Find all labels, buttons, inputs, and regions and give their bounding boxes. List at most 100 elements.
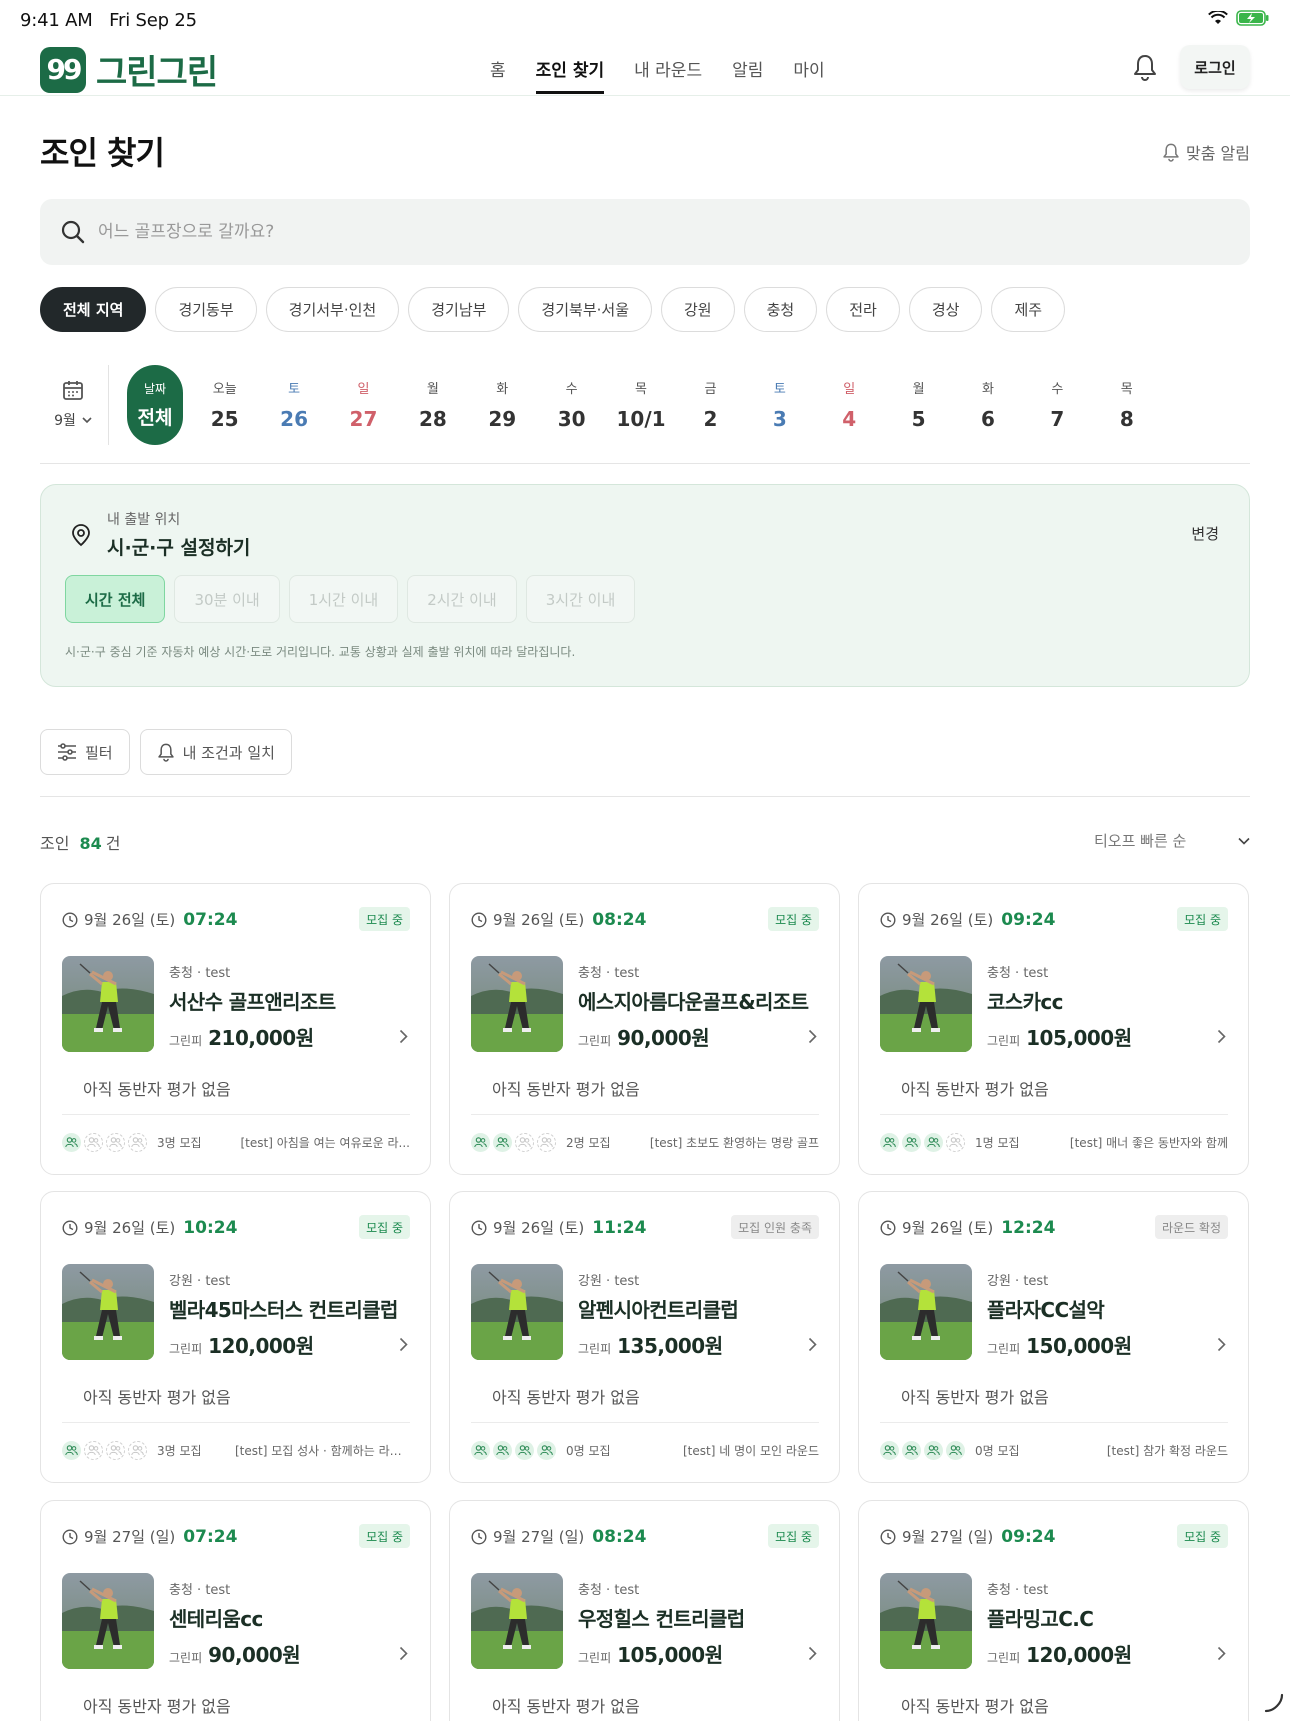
nav-home[interactable]: 홈 xyxy=(490,40,506,96)
brand-logo[interactable]: 99 그린그린 xyxy=(40,45,218,94)
course-thumbnail xyxy=(880,1264,972,1360)
tee-date: 9월 26일 (토) xyxy=(493,1219,585,1237)
bell-icon xyxy=(157,743,174,762)
join-card[interactable]: 9월 26일 (토) 07:24 모집 중 충청 · test 서산수 골프앤리조트 그린… xyxy=(40,883,431,1175)
tee-time: 9월 26일 (토) 11:24 xyxy=(471,1217,646,1238)
join-card[interactable]: 9월 26일 (토) 12:24 라운드 확정 강원 · test 플라자CC설악 그린피… xyxy=(858,1191,1249,1483)
region-chip[interactable]: 경상 xyxy=(908,287,983,332)
join-card[interactable]: 9월 26일 (토) 10:24 모집 중 강원 · test 벨라45마스터스 컨트리… xyxy=(40,1191,431,1483)
person-icon xyxy=(496,1445,509,1456)
resize-handle-icon[interactable] xyxy=(1264,1693,1284,1713)
custom-alert-button[interactable]: 맞춤 알림 xyxy=(1162,140,1250,164)
date-item[interactable]: 금2 xyxy=(676,378,745,431)
notification-button[interactable] xyxy=(1128,50,1162,84)
date-item[interactable]: 수 30 xyxy=(537,378,606,431)
month-picker[interactable]: 9월 xyxy=(48,378,98,430)
date-all-button[interactable]: 날짜 전체 xyxy=(127,365,183,445)
date-item[interactable]: 일4 xyxy=(815,378,884,431)
time-chip[interactable]: 3시간 이내 xyxy=(525,575,636,623)
tee-clock: 07:24 xyxy=(183,1526,238,1547)
green-fee-price: 120,000원 xyxy=(208,1334,314,1358)
golfer-photo xyxy=(880,1573,972,1669)
match-conditions-button[interactable]: 내 조건과 일치 xyxy=(139,729,292,775)
nav-my[interactable]: 마이 xyxy=(793,40,824,96)
tee-clock: 08:24 xyxy=(592,909,647,930)
date-item[interactable]: 토3 xyxy=(745,378,814,431)
clock-icon xyxy=(471,1219,487,1236)
person-icon xyxy=(87,1445,100,1456)
region-chip[interactable]: 경기남부 xyxy=(408,287,510,332)
clock-icon xyxy=(62,1219,78,1236)
date-item[interactable]: 목8 xyxy=(1092,378,1161,431)
nav-notifications[interactable]: 알림 xyxy=(732,40,763,96)
course-name: 에스지아름다운골프&리조트 xyxy=(578,990,809,1014)
sort-dropdown[interactable]: 티오프 빠른 순 xyxy=(1094,830,1250,851)
person-icon xyxy=(949,1445,962,1456)
region-chip[interactable]: 경기서부·인천 xyxy=(265,287,400,332)
person-icon xyxy=(87,1137,100,1148)
location-change-button[interactable]: 변경 xyxy=(1191,523,1219,544)
search-bar[interactable] xyxy=(40,199,1250,265)
nav-my-rounds[interactable]: 내 라운드 xyxy=(634,40,702,96)
location-value[interactable]: 시·군·구 설정하기 xyxy=(107,533,250,560)
search-input[interactable] xyxy=(98,222,1198,242)
participant-avatars xyxy=(880,1441,965,1460)
date-item[interactable]: 월 28 xyxy=(398,378,467,431)
divider xyxy=(62,1422,410,1423)
nav-find-join[interactable]: 조인 찾기 xyxy=(535,40,605,96)
region-chip[interactable]: 경기북부·서울 xyxy=(518,287,652,332)
chevron-right-icon xyxy=(1217,1337,1226,1352)
golfer-photo xyxy=(62,1264,154,1360)
date-weekday: 일 xyxy=(357,382,370,397)
location-note: 시·군·구 중심 기준 자동차 예상 시간·도로 거리입니다. 교통 상황과 실… xyxy=(65,645,576,659)
clock-icon xyxy=(880,1528,896,1545)
join-card[interactable]: 9월 27일 (일) 08:24 모집 중 충청 · test 우정힐스 컨트리클럽 그린… xyxy=(449,1500,840,1721)
status-badge: 모집 중 xyxy=(1177,1524,1228,1548)
course-region: 충청 · test xyxy=(578,1583,640,1598)
join-card[interactable]: 9월 26일 (토) 08:24 모집 중 충청 · test 에스지아름다운골프&리조… xyxy=(449,883,840,1175)
region-chip[interactable]: 전라 xyxy=(826,287,900,332)
region-chip[interactable]: 경기동부 xyxy=(155,287,257,332)
date-item[interactable]: 오늘 25 xyxy=(190,378,259,431)
join-card[interactable]: 9월 26일 (토) 11:24 모집 인원 충족 강원 · test 알펜시아컨트리클… xyxy=(449,1191,840,1483)
region-chip-all[interactable]: 전체 지역 xyxy=(40,287,147,332)
date-item[interactable]: 월5 xyxy=(884,378,953,431)
green-fee-price: 105,000원 xyxy=(1026,1026,1132,1050)
course-thumbnail xyxy=(471,956,563,1052)
clock-icon xyxy=(471,911,487,928)
region-chip[interactable]: 강원 xyxy=(661,287,735,332)
date-item[interactable]: 일 27 xyxy=(329,378,398,431)
green-fee-price: 210,000원 xyxy=(208,1026,314,1050)
filter-button[interactable]: 필터 xyxy=(40,729,130,775)
time-chip[interactable]: 1시간 이내 xyxy=(288,575,399,623)
date-item[interactable]: 목 10/1 xyxy=(606,378,675,431)
date-number: 10/1 xyxy=(616,407,666,431)
tee-time: 9월 27일 (일) 09:24 xyxy=(880,1526,1055,1547)
region-chip[interactable]: 충청 xyxy=(743,287,818,332)
match-conditions-label: 내 조건과 일치 xyxy=(182,743,275,762)
date-weekday: 화 xyxy=(496,382,509,397)
date-item[interactable]: 수7 xyxy=(1023,378,1092,431)
tee-time: 9월 27일 (일) 07:24 xyxy=(62,1526,237,1547)
status-badge: 모집 중 xyxy=(1177,907,1228,931)
wifi-icon xyxy=(1208,11,1228,24)
region-chip[interactable]: 제주 xyxy=(991,287,1066,332)
date-number: 7 xyxy=(1050,407,1065,431)
companion-review: 아직 동반자 평가 없음 xyxy=(83,1080,231,1099)
date-number: 30 xyxy=(557,407,586,431)
time-chip-all[interactable]: 시간 전체 xyxy=(65,575,166,623)
date-item[interactable]: 화 29 xyxy=(468,378,537,431)
tee-time: 9월 26일 (토) 08:24 xyxy=(471,909,646,930)
date-item[interactable]: 토 26 xyxy=(259,378,328,431)
login-button[interactable]: 로그인 xyxy=(1180,45,1250,89)
join-card[interactable]: 9월 26일 (토) 09:24 모집 중 충청 · test 코스카cc 그린피 105,… xyxy=(858,883,1249,1175)
tee-clock: 09:24 xyxy=(1001,909,1056,930)
participant-avatars xyxy=(471,1133,556,1152)
companion-review: 아직 동반자 평가 없음 xyxy=(901,1080,1049,1099)
join-card[interactable]: 9월 27일 (일) 07:24 모집 중 충청 · test 센테리움cc 그린피 90,… xyxy=(40,1500,431,1721)
join-card[interactable]: 9월 27일 (일) 09:24 모집 중 충청 · test 플라밍고C.C 그린피 12… xyxy=(858,1500,1249,1721)
time-chip[interactable]: 30분 이내 xyxy=(174,575,280,623)
date-item[interactable]: 화6 xyxy=(953,378,1022,431)
time-chip[interactable]: 2시간 이내 xyxy=(407,575,517,623)
tee-date: 9월 26일 (토) xyxy=(84,1219,176,1237)
